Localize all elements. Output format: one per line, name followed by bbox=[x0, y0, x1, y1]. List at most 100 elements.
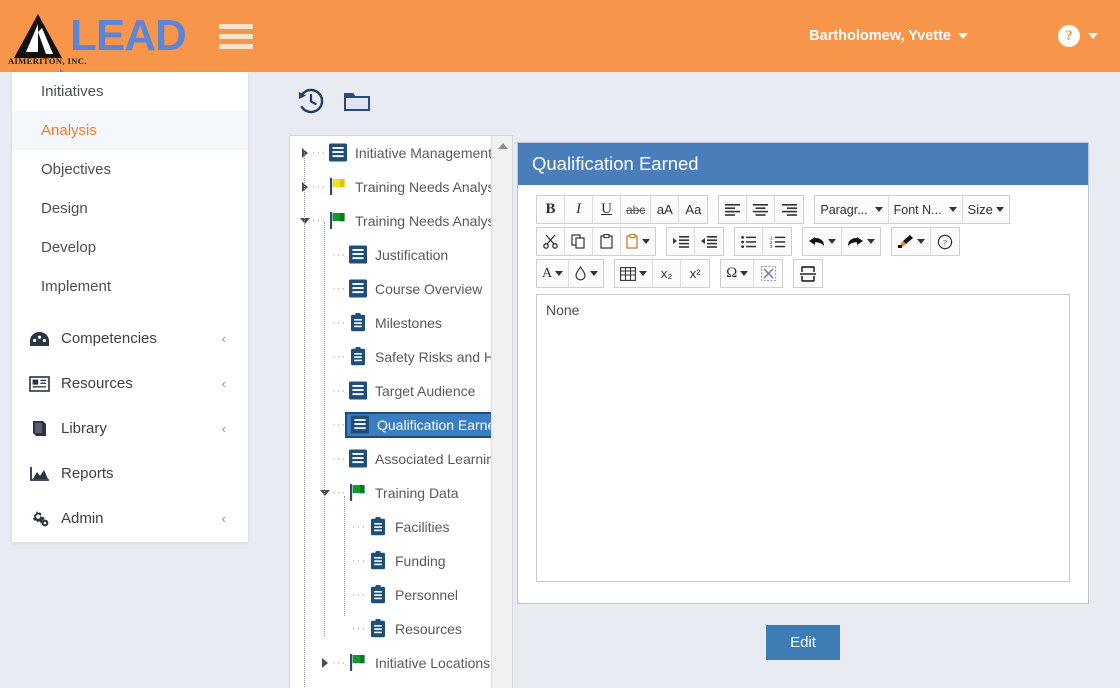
sidebar-item-develop[interactable]: Develop bbox=[12, 228, 248, 267]
tree-node-content: Resources bbox=[368, 619, 462, 639]
droplet-icon bbox=[575, 266, 586, 281]
subscript-button[interactable]: x₂ bbox=[653, 260, 682, 287]
tree-collapse-icon[interactable] bbox=[298, 218, 312, 224]
sidebar-item-library[interactable]: Library ‹ bbox=[12, 406, 248, 451]
help-icon: ? bbox=[1058, 25, 1080, 47]
sidebar-item-competencies[interactable]: Competencies ‹ bbox=[12, 316, 248, 361]
tree-node-selection: Qualification Earned bbox=[345, 412, 493, 438]
paragraph-format-select[interactable]: Paragr... bbox=[815, 196, 889, 223]
clipboard-icon bbox=[368, 585, 388, 605]
help-menu[interactable]: ? bbox=[1058, 25, 1098, 47]
font-size-label: Size bbox=[967, 202, 993, 217]
italic-button[interactable]: I bbox=[565, 196, 593, 223]
tree-node[interactable]: ··· Associated Learning E bbox=[290, 442, 493, 476]
editor-body: B I U abc aA Aa Paragr... Font N... Size… bbox=[518, 185, 1088, 596]
tree-node[interactable]: ··· Milestones bbox=[290, 306, 493, 340]
tree-node-content: Training Needs Analysis bbox=[328, 211, 493, 231]
sidebar-item-objectives[interactable]: Objectives bbox=[12, 150, 248, 189]
paste-button[interactable] bbox=[593, 228, 621, 255]
font-name-select[interactable]: Font N... bbox=[888, 196, 963, 223]
sidebar-item-initiatives[interactable]: Initiatives bbox=[12, 72, 248, 111]
tree-expand-icon[interactable] bbox=[298, 148, 312, 158]
tree-node[interactable]: ··· Initiative Management bbox=[290, 136, 493, 170]
user-menu[interactable]: Bartholomew, Yvette bbox=[809, 28, 968, 44]
lowercase-button[interactable]: aA bbox=[651, 196, 680, 223]
tree-node[interactable]: ··· Safety Risks and Haz bbox=[290, 340, 493, 374]
insert-image-button[interactable] bbox=[754, 260, 783, 287]
underline-button[interactable]: U bbox=[593, 196, 621, 223]
paste-dropdown-icon bbox=[626, 234, 638, 249]
increase-indent-button[interactable] bbox=[667, 228, 695, 255]
tree-node[interactable]: ··· Initiative Locations bbox=[290, 646, 493, 680]
superscript-button[interactable]: x² bbox=[681, 260, 710, 287]
tree-node[interactable]: ··· Justification bbox=[290, 238, 493, 272]
align-right-button[interactable] bbox=[775, 196, 804, 223]
align-center-button[interactable] bbox=[747, 196, 776, 223]
tree-node[interactable]: ··· Facilities bbox=[290, 510, 493, 544]
sidebar-item-label: Analysis bbox=[41, 122, 97, 139]
tree-node-content: Initiative Locations bbox=[348, 653, 490, 673]
tree-node[interactable]: ··· Training Data bbox=[290, 476, 493, 510]
sidebar-item-label: Initiatives bbox=[41, 83, 104, 100]
tree-collapse-icon[interactable] bbox=[318, 490, 332, 496]
sidebar-item-admin[interactable]: Admin ‹ bbox=[12, 496, 248, 541]
tree-scrollbar[interactable] bbox=[491, 136, 512, 688]
folder-icon[interactable] bbox=[342, 86, 372, 116]
text-color-button[interactable]: A bbox=[537, 260, 570, 287]
sidebar-item-reports[interactable]: Reports bbox=[12, 451, 248, 496]
tree-node[interactable]: ··· Training Needs Analysis bbox=[290, 170, 493, 204]
redo-button[interactable] bbox=[842, 228, 880, 255]
sidebar-item-implement[interactable]: Implement bbox=[12, 267, 248, 306]
format-painter-button[interactable] bbox=[892, 228, 931, 255]
special-character-button[interactable]: Ω bbox=[721, 260, 755, 287]
history-clock-icon[interactable] bbox=[296, 86, 326, 116]
tree-node[interactable]: ··· Course Overview bbox=[290, 272, 493, 306]
page-title: Qualification Earned bbox=[532, 153, 699, 174]
cut-button[interactable] bbox=[537, 228, 565, 255]
strikethrough-button[interactable]: abc bbox=[621, 196, 652, 223]
tree-node[interactable]: ··· Qualification Earned bbox=[290, 408, 493, 442]
brand-logo[interactable]: AIMERITON, INC. LEAD bbox=[8, 0, 187, 100]
editor-content-text: None bbox=[546, 302, 580, 318]
navigation-tree: ··· Initiative Management ··· Training Need… bbox=[290, 136, 493, 688]
tree-expand-icon[interactable] bbox=[318, 658, 332, 668]
sidebar-item-resources[interactable]: Resources ‹ bbox=[12, 361, 248, 406]
sidebar-item-design[interactable]: Design bbox=[12, 189, 248, 228]
reports-icon bbox=[26, 466, 52, 482]
indent-group bbox=[666, 227, 724, 256]
tree-node[interactable]: ··· Resources bbox=[290, 612, 493, 646]
tree-expand-icon[interactable] bbox=[298, 182, 312, 192]
align-left-button[interactable] bbox=[719, 196, 748, 223]
tree-node[interactable]: ··· Training Needs Analysis bbox=[290, 204, 493, 238]
numbered-list-button[interactable]: 123 bbox=[763, 228, 791, 255]
edit-button[interactable]: Edit bbox=[766, 625, 840, 660]
tree-node-label: Training Needs Analysis bbox=[355, 179, 493, 195]
scroll-up-arrow-icon[interactable] bbox=[492, 136, 512, 156]
decrease-indent-button[interactable] bbox=[695, 228, 723, 255]
copy-button[interactable] bbox=[565, 228, 593, 255]
image-placeholder-icon bbox=[760, 266, 776, 281]
paste-options-button[interactable] bbox=[621, 228, 655, 255]
flag-green-icon bbox=[348, 653, 368, 673]
font-size-select[interactable]: Size bbox=[962, 196, 1009, 223]
tree-node[interactable]: ··· Personnel bbox=[290, 578, 493, 612]
help-button[interactable]: ? bbox=[931, 228, 959, 255]
bold-button[interactable]: B bbox=[537, 196, 565, 223]
tree-guide-line bbox=[344, 496, 345, 616]
editor-title-bar: Qualification Earned bbox=[518, 143, 1088, 185]
editor-content-area[interactable]: None bbox=[536, 294, 1070, 582]
sidebar-item-analysis[interactable]: Analysis bbox=[12, 111, 248, 150]
page-break-button[interactable] bbox=[794, 260, 823, 287]
bullet-list-button[interactable] bbox=[735, 228, 763, 255]
tree-node[interactable]: ··· Funding bbox=[290, 544, 493, 578]
tree-node[interactable]: ··· Target Audience bbox=[290, 374, 493, 408]
tree-node-content: Milestones bbox=[348, 313, 442, 333]
align-right-icon bbox=[781, 203, 797, 216]
background-color-button[interactable] bbox=[569, 260, 604, 287]
uppercase-button[interactable]: Aa bbox=[679, 196, 708, 223]
hamburger-icon[interactable] bbox=[219, 21, 253, 51]
table-button[interactable] bbox=[615, 260, 654, 287]
chevron-down-icon bbox=[917, 239, 925, 244]
undo-button[interactable] bbox=[803, 228, 842, 255]
text-color-label: A bbox=[542, 265, 553, 281]
